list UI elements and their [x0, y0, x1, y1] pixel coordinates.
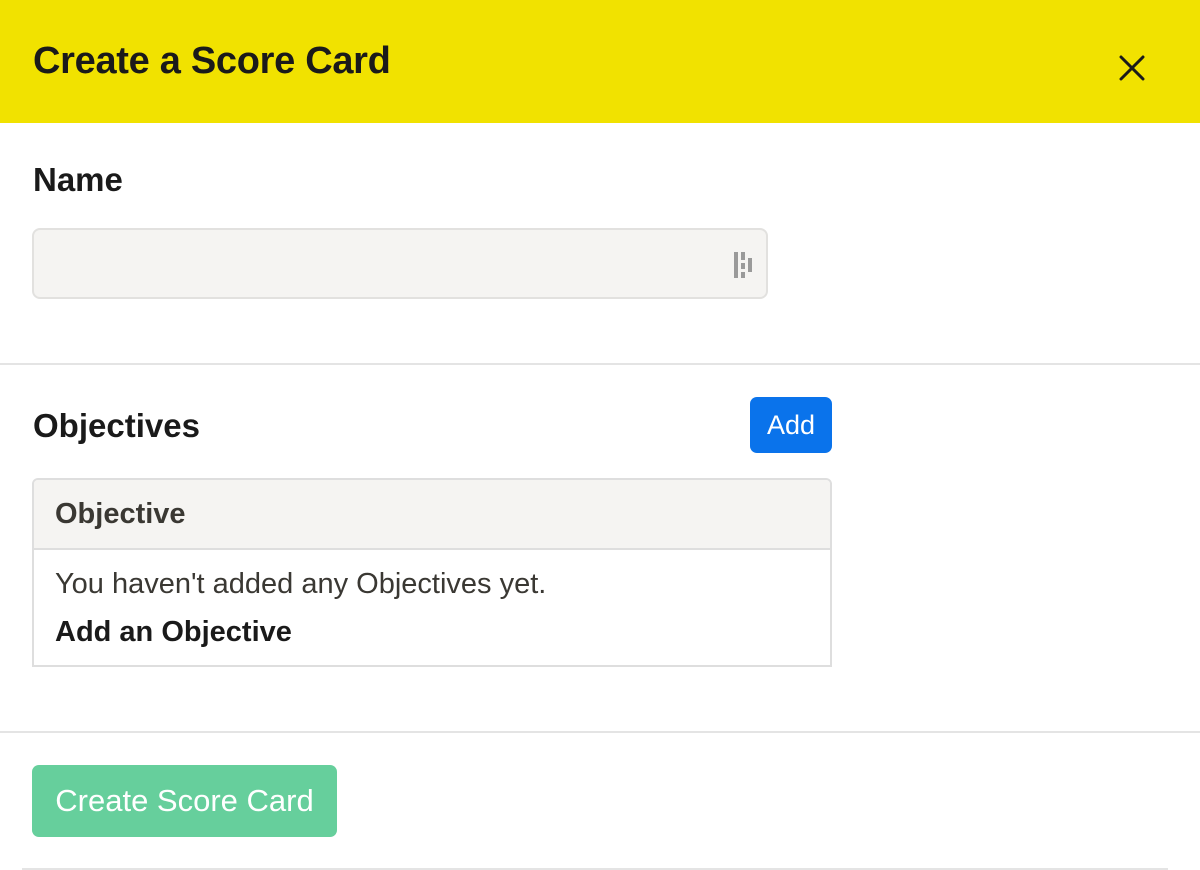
table-empty-state: You haven't added any Objectives yet. Ad…: [34, 550, 830, 649]
objectives-label: Objectives: [33, 407, 200, 444]
add-an-objective-link[interactable]: Add an Objective: [55, 615, 809, 649]
add-objective-button[interactable]: Add: [750, 397, 832, 453]
empty-message: You haven't added any Objectives yet.: [55, 568, 547, 600]
name-label: Name: [33, 161, 123, 198]
name-field-wrapper: [32, 228, 768, 299]
modal-header: Create a Score Card: [0, 0, 1200, 123]
section-divider: [0, 731, 1200, 733]
objectives-table: Objective You haven't added any Objectiv…: [32, 478, 832, 667]
name-input[interactable]: [34, 230, 766, 297]
objective-column-header: Objective: [55, 497, 186, 530]
table-header: Objective: [34, 480, 830, 550]
modal-title: Create a Score Card: [33, 40, 391, 82]
close-button[interactable]: [1112, 48, 1152, 88]
create-score-card-button[interactable]: Create Score Card: [32, 765, 337, 837]
close-icon: [1119, 55, 1145, 81]
password-manager-icon[interactable]: [732, 250, 756, 280]
section-divider: [0, 363, 1200, 365]
